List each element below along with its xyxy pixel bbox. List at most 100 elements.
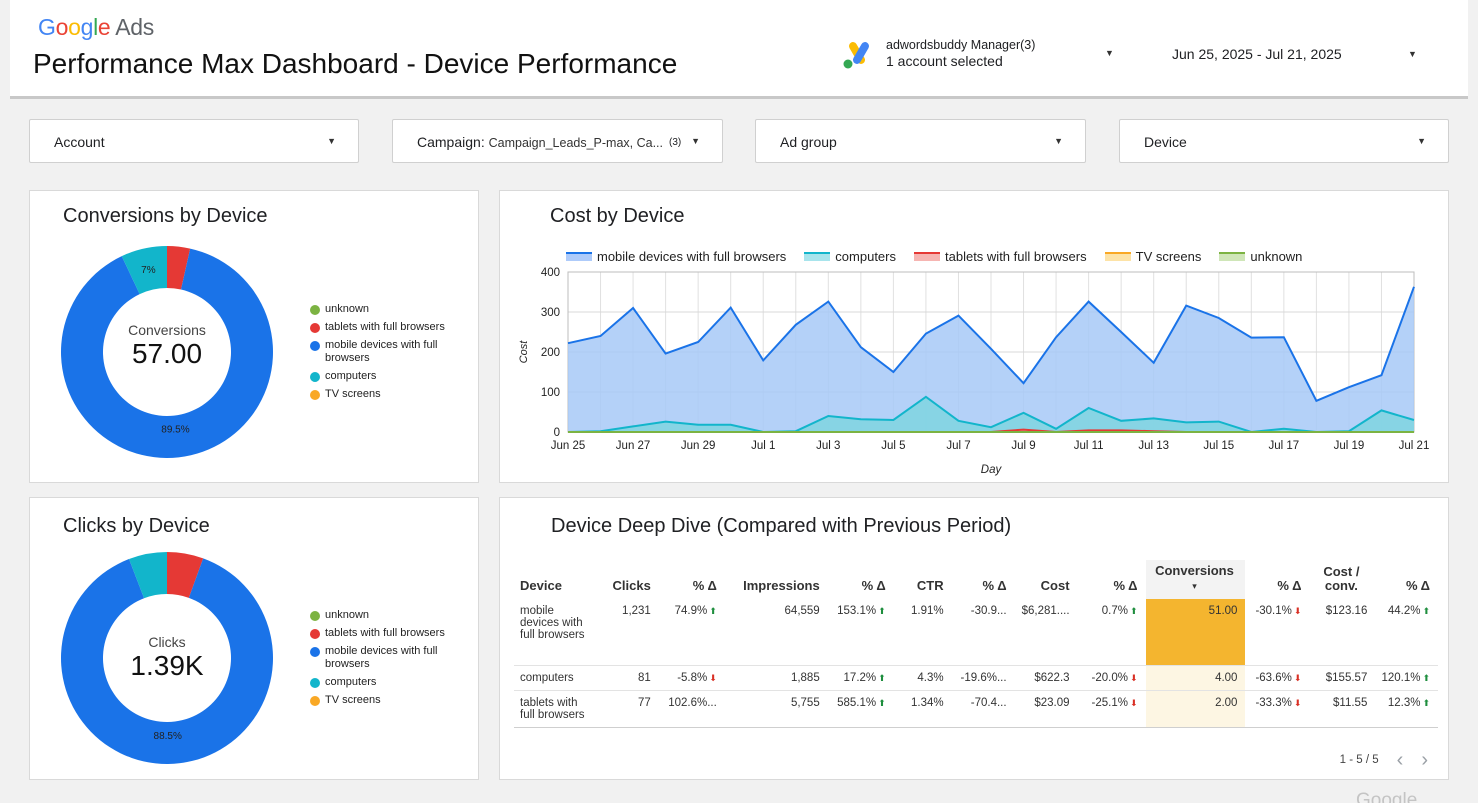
cell-ctr-delta: -19.6%... — [951, 665, 1015, 691]
clicks-legend: unknown tablets with full browsers mobil… — [310, 609, 470, 712]
account-selector[interactable]: adwordsbuddy Manager(3) 1 account select… — [842, 38, 1114, 72]
col-header-clicks-delta[interactable]: % Δ — [659, 560, 725, 599]
col-header-cost-per-conv-delta[interactable]: % Δ — [1375, 560, 1438, 599]
cell-conversions-delta-value: -63.6% — [1255, 671, 1292, 684]
col-header-conversions-delta[interactable]: % Δ — [1245, 560, 1309, 599]
cell-cost-per-conv-delta: 120.1% ⬆ — [1375, 665, 1438, 691]
filter-campaign[interactable]: Campaign: Campaign_Leads_P-max, Ca... (3)… — [392, 119, 723, 163]
cell-ctr-delta: -30.9... — [951, 599, 1015, 666]
cell-cost-per-conv-delta-value: 120.1% — [1381, 671, 1421, 684]
filter-ad-group[interactable]: Ad group ▼ — [755, 119, 1086, 163]
cell-device: computers — [514, 665, 596, 691]
deep-dive-table: Device Clicks % Δ Impressions % Δ CTR % … — [514, 560, 1438, 728]
cell-cost-per-conv-delta-value: 12.3% — [1387, 696, 1421, 709]
x-tick-label: Jul 21 — [1399, 440, 1430, 452]
next-page-icon[interactable]: › — [1421, 750, 1428, 770]
legend-item-computers[interactable]: computers — [310, 676, 470, 689]
cell-cost-per-conv-value: $11.55 — [1333, 696, 1368, 709]
arrow-down-icon: ⬇ — [1293, 606, 1302, 616]
cell-clicks-delta: -5.8% ⬇ — [658, 665, 725, 691]
cell-impressions-delta: 153.1% ⬆ — [827, 599, 894, 666]
col-header-impressions[interactable]: Impressions — [725, 560, 828, 599]
clicks-total-label: Clicks — [148, 634, 186, 650]
col-header-cost-delta[interactable]: % Δ — [1078, 560, 1146, 599]
cell-cost-delta-value: 0.7% — [1101, 605, 1128, 617]
conversions-total-value: 57.00 — [131, 338, 203, 369]
cell-ctr-value: 1.34% — [911, 696, 944, 709]
chevron-down-icon[interactable]: ▼ — [1417, 136, 1426, 146]
legend-label: TV screens — [325, 694, 381, 706]
cell-conversions-value: 4.00 — [1215, 671, 1238, 684]
col-header-cost[interactable]: Cost — [1015, 560, 1078, 599]
deep-dive-table-body: mobile devices with full browsers 1,231 74… — [514, 599, 1438, 728]
donut-slice-label: 7% — [141, 265, 156, 276]
cost-by-device-card: Cost by Device mobile devices with full … — [499, 190, 1449, 483]
arrow-up-icon: ⬆ — [1422, 606, 1430, 616]
chevron-down-icon[interactable]: ▼ — [1054, 136, 1063, 146]
legend-item-tablets[interactable]: tablets with full browsers — [310, 627, 470, 640]
google-watermark: Google — [1356, 790, 1418, 803]
cell-impressions-value: 64,559 — [784, 605, 820, 617]
filter-account[interactable]: Account ▼ — [29, 119, 359, 163]
cell-conversions-delta-value: -30.1% — [1255, 605, 1292, 617]
cell-conversions-value: 51.00 — [1208, 605, 1238, 617]
legend-item-unknown[interactable]: unknown — [310, 609, 470, 622]
chevron-down-icon[interactable]: ▼ — [1408, 49, 1417, 59]
conversions-total-label: Conversions — [128, 322, 206, 338]
cell-ctr: 1.34% — [893, 690, 952, 728]
cell-ctr-value: 1.91% — [911, 605, 944, 617]
col-header-device[interactable]: Device — [514, 560, 596, 599]
legend-label: tablets with full browsers — [325, 627, 445, 639]
col-header-conversions[interactable]: Conversions ▾ — [1145, 560, 1246, 599]
cell-ctr-delta-value: -70.4... — [970, 696, 1007, 709]
legend-item-mobile[interactable]: mobile devices with full browsers — [310, 645, 470, 671]
x-tick-label: Jun 29 — [681, 440, 716, 452]
legend-item-tv[interactable]: TV screens — [310, 388, 470, 401]
col-header-impressions-delta[interactable]: % Δ — [828, 560, 894, 599]
legend-item-computers[interactable]: computers — [310, 370, 470, 383]
filter-ad-group-label: Ad group — [780, 134, 837, 150]
col-header-ctr-delta[interactable]: % Δ — [952, 560, 1015, 599]
table-row[interactable]: mobile devices with full browsers 1,231 74… — [514, 599, 1438, 666]
chevron-down-icon[interactable]: ▼ — [691, 136, 700, 146]
table-row[interactable]: tablets with full browsers 77 102.6%... 5,7… — [514, 690, 1438, 728]
cell-conversions: 51.00 — [1145, 599, 1246, 666]
legend-label: computers — [325, 370, 377, 382]
conversions-card-title: Conversions by Device — [63, 205, 268, 227]
cell-conversions-value: 2.00 — [1215, 696, 1238, 709]
col-header-ctr[interactable]: CTR — [894, 560, 952, 599]
cell-impressions-delta: 585.1% ⬆ — [827, 690, 894, 728]
arrow-up-icon: ⬆ — [878, 672, 886, 683]
legend-dot — [310, 696, 320, 706]
google-ads-icon — [843, 42, 869, 69]
logo-ads: Ads — [115, 14, 154, 40]
legend-item-tablets[interactable]: tablets with full browsers — [310, 321, 470, 334]
chevron-down-icon[interactable]: ▼ — [327, 136, 336, 146]
legend-item-unknown[interactable]: unknown — [310, 303, 470, 316]
cell-cost-per-conv-delta-value: 44.2% — [1387, 605, 1421, 617]
legend-label: computers — [325, 676, 377, 688]
arrow-down-icon: ⬇ — [1129, 672, 1138, 683]
legend-label: unknown — [325, 609, 370, 621]
col-header-cost-per-conv[interactable]: Cost / conv. — [1309, 560, 1375, 599]
prev-page-icon[interactable]: ‹ — [1397, 750, 1404, 770]
cell-device-value: tablets with full browsers — [520, 696, 585, 721]
legend-item-tv[interactable]: TV screens — [310, 694, 470, 707]
date-range[interactable]: Jun 25, 2025 - Jul 21, 2025 — [1172, 46, 1342, 62]
x-tick-label: Jul 19 — [1334, 440, 1365, 452]
legend-item-mobile[interactable]: mobile devices with full browsers — [310, 339, 470, 365]
cell-device: tablets with full browsers — [514, 690, 596, 728]
pagination-label: 1 - 5 / 5 — [1339, 754, 1379, 766]
col-header-clicks[interactable]: Clicks — [596, 560, 659, 599]
cell-impressions-value: 1,885 — [790, 671, 820, 684]
donut-slice-label: 88.5% — [154, 731, 182, 742]
cell-cost-per-conv: $155.57 — [1309, 665, 1376, 691]
x-tick-label: Jul 5 — [881, 440, 905, 452]
cost-card-title: Cost by Device — [550, 205, 685, 227]
legend-swatch — [804, 252, 831, 261]
table-row[interactable]: computers 81 -5.8% ⬇ 1,885 17.2% ⬆ 4.3% -19.6%..… — [514, 665, 1438, 691]
cell-ctr-value: 4.3% — [917, 671, 944, 684]
chevron-down-icon[interactable]: ▼ — [1105, 48, 1114, 58]
filter-device[interactable]: Device ▼ — [1119, 119, 1449, 163]
legend-dot — [310, 390, 320, 400]
